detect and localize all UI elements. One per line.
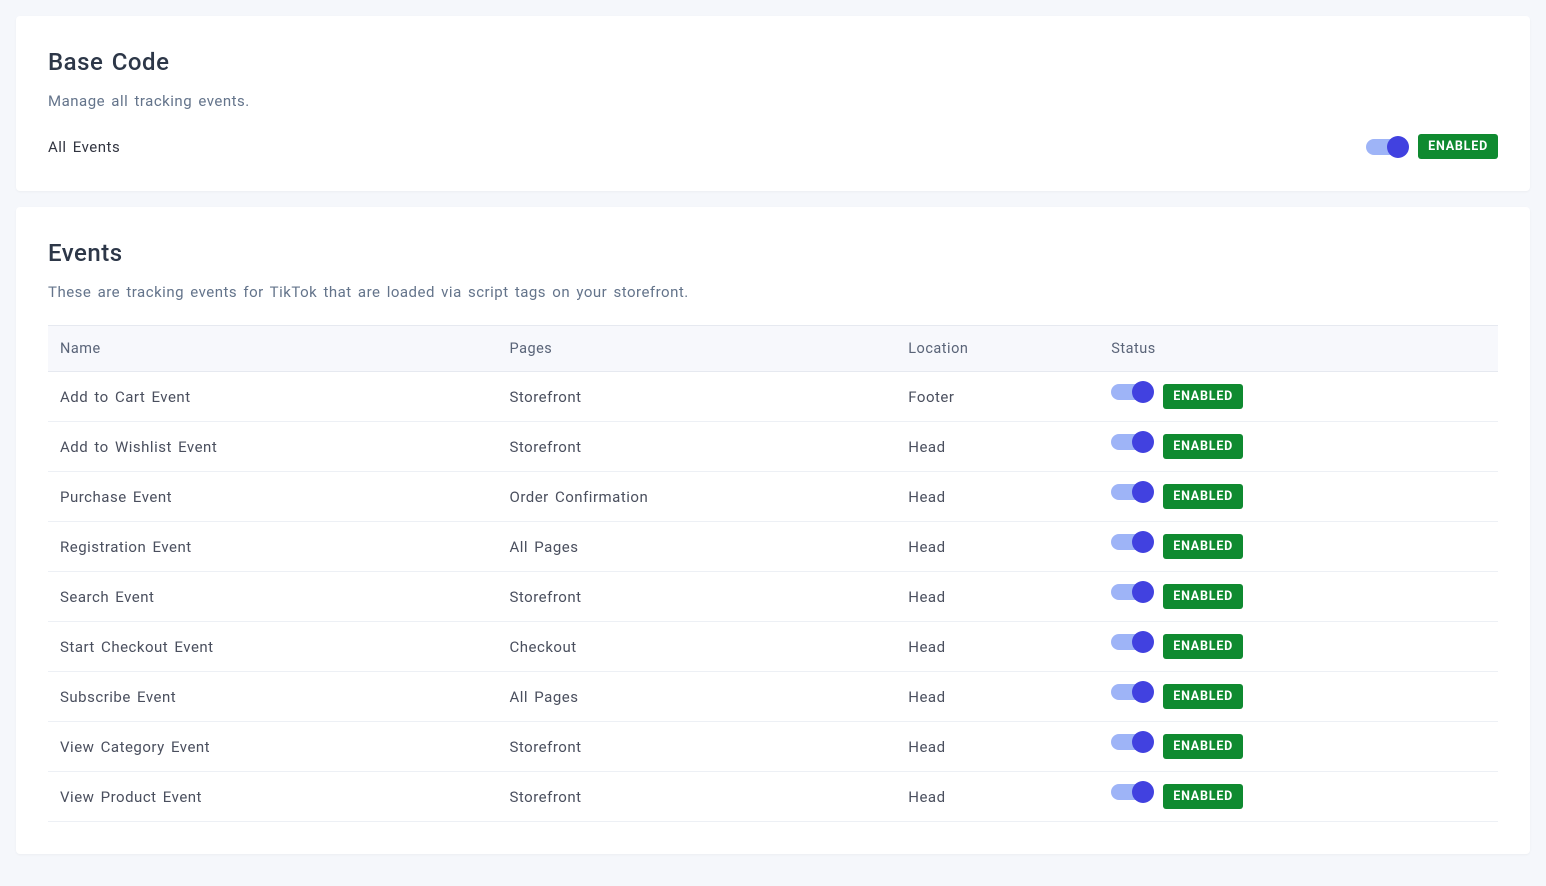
all-events-label: All Events <box>48 138 120 156</box>
event-pages-cell: Storefront <box>498 422 897 472</box>
event-status-cell: ENABLED <box>1099 722 1498 772</box>
event-name-cell: Add to Wishlist Event <box>48 422 498 472</box>
event-location-cell: Head <box>896 522 1099 572</box>
event-pages-cell: All Pages <box>498 672 897 722</box>
table-row: View Product EventStorefrontHead ENABLED <box>48 772 1498 822</box>
event-pages-cell: Storefront <box>498 772 897 822</box>
all-events-controls: ENABLED <box>1366 134 1498 159</box>
event-location-cell: Head <box>896 472 1099 522</box>
event-status-cell: ENABLED <box>1099 422 1498 472</box>
event-location-cell: Head <box>896 772 1099 822</box>
event-name-cell: Subscribe Event <box>48 672 498 722</box>
table-row: Search EventStorefrontHead ENABLED <box>48 572 1498 622</box>
table-row: Start Checkout EventCheckoutHead ENABLED <box>48 622 1498 672</box>
event-location-cell: Head <box>896 422 1099 472</box>
all-events-toggle[interactable] <box>1366 139 1404 155</box>
col-header-status: Status <box>1099 326 1498 372</box>
base-code-card: Base Code Manage all tracking events. Al… <box>16 16 1530 191</box>
event-toggle[interactable] <box>1111 684 1149 700</box>
event-name-cell: Add to Cart Event <box>48 372 498 422</box>
event-status-badge: ENABLED <box>1163 634 1243 659</box>
event-location-cell: Head <box>896 672 1099 722</box>
event-name-cell: View Product Event <box>48 772 498 822</box>
event-status-badge: ENABLED <box>1163 384 1243 409</box>
table-row: View Category EventStorefrontHead ENABLED <box>48 722 1498 772</box>
event-pages-cell: Storefront <box>498 372 897 422</box>
col-header-name: Name <box>48 326 498 372</box>
all-events-status-badge: ENABLED <box>1418 134 1498 159</box>
event-status-cell: ENABLED <box>1099 672 1498 722</box>
event-toggle[interactable] <box>1111 634 1149 650</box>
events-card: Events These are tracking events for Tik… <box>16 207 1530 854</box>
event-pages-cell: Order Confirmation <box>498 472 897 522</box>
event-name-cell: Purchase Event <box>48 472 498 522</box>
events-table: Name Pages Location Status Add to Cart E… <box>48 325 1498 822</box>
event-status-badge: ENABLED <box>1163 584 1243 609</box>
events-subtitle: These are tracking events for TikTok tha… <box>48 283 1498 301</box>
event-location-cell: Head <box>896 572 1099 622</box>
event-location-cell: Head <box>896 622 1099 672</box>
event-status-cell: ENABLED <box>1099 472 1498 522</box>
base-code-subtitle: Manage all tracking events. <box>48 92 1498 110</box>
event-toggle[interactable] <box>1111 534 1149 550</box>
event-status-cell: ENABLED <box>1099 372 1498 422</box>
table-row: Purchase EventOrder ConfirmationHead ENAB… <box>48 472 1498 522</box>
event-name-cell: View Category Event <box>48 722 498 772</box>
event-toggle[interactable] <box>1111 484 1149 500</box>
event-toggle[interactable] <box>1111 434 1149 450</box>
table-row: Registration EventAll PagesHead ENABLED <box>48 522 1498 572</box>
events-title: Events <box>48 239 1498 267</box>
table-row: Subscribe EventAll PagesHead ENABLED <box>48 672 1498 722</box>
event-status-cell: ENABLED <box>1099 772 1498 822</box>
all-events-row: All Events ENABLED <box>48 134 1498 159</box>
event-name-cell: Search Event <box>48 572 498 622</box>
table-row: Add to Cart EventStorefrontFooter ENABLED <box>48 372 1498 422</box>
event-status-badge: ENABLED <box>1163 434 1243 459</box>
event-name-cell: Registration Event <box>48 522 498 572</box>
event-pages-cell: Storefront <box>498 572 897 622</box>
event-pages-cell: Storefront <box>498 722 897 772</box>
event-toggle[interactable] <box>1111 784 1149 800</box>
col-header-location: Location <box>896 326 1099 372</box>
event-name-cell: Start Checkout Event <box>48 622 498 672</box>
event-status-cell: ENABLED <box>1099 572 1498 622</box>
event-location-cell: Footer <box>896 372 1099 422</box>
event-status-badge: ENABLED <box>1163 734 1243 759</box>
event-pages-cell: Checkout <box>498 622 897 672</box>
event-status-cell: ENABLED <box>1099 622 1498 672</box>
event-toggle[interactable] <box>1111 734 1149 750</box>
col-header-pages: Pages <box>498 326 897 372</box>
event-toggle[interactable] <box>1111 384 1149 400</box>
events-table-header-row: Name Pages Location Status <box>48 326 1498 372</box>
event-status-badge: ENABLED <box>1163 784 1243 809</box>
event-location-cell: Head <box>896 722 1099 772</box>
event-toggle[interactable] <box>1111 584 1149 600</box>
event-pages-cell: All Pages <box>498 522 897 572</box>
table-row: Add to Wishlist EventStorefrontHead ENABL… <box>48 422 1498 472</box>
base-code-title: Base Code <box>48 48 1498 76</box>
event-status-cell: ENABLED <box>1099 522 1498 572</box>
event-status-badge: ENABLED <box>1163 534 1243 559</box>
event-status-badge: ENABLED <box>1163 684 1243 709</box>
event-status-badge: ENABLED <box>1163 484 1243 509</box>
